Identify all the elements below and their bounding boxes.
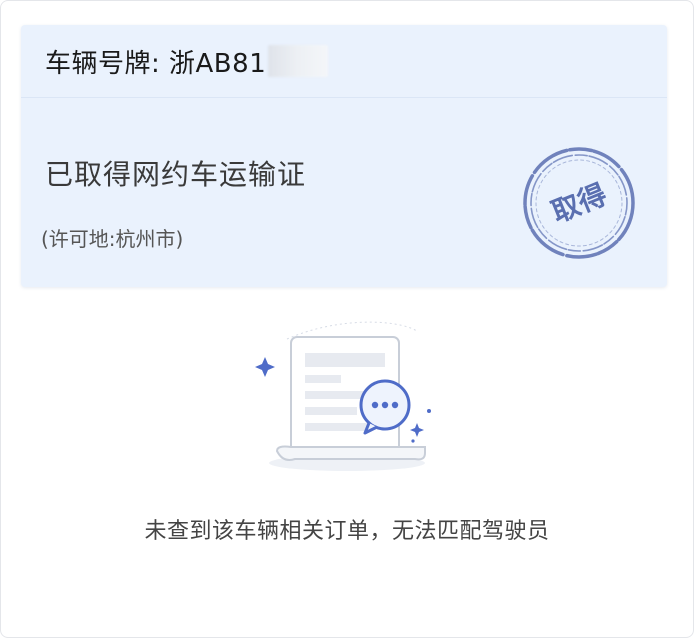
plate-number-label: 车辆号牌: 浙AB81 <box>45 48 267 79</box>
permit-card: 车辆号牌: 浙AB81 已取得网约车运输证 (许可地:杭州市) 取得 <box>21 25 667 287</box>
obtained-stamp-icon: 取得 <box>523 147 635 259</box>
sparkle-icon <box>255 357 275 377</box>
plate-row: 车辆号牌: 浙AB81 <box>45 41 329 81</box>
permit-place: (许可地:杭州市) <box>41 227 184 251</box>
card-divider <box>21 97 667 98</box>
empty-document-illustration <box>255 321 431 471</box>
stamp-text: 取得 <box>547 178 611 230</box>
plate-redaction-mask <box>268 45 329 77</box>
empty-state-message: 未查到该车辆相关订单，无法匹配驾驶员 <box>144 519 550 544</box>
result-panel: 车辆号牌: 浙AB81 已取得网约车运输证 (许可地:杭州市) 取得 未查到该车… <box>0 0 694 638</box>
permit-status: 已取得网约车运输证 <box>45 158 307 191</box>
